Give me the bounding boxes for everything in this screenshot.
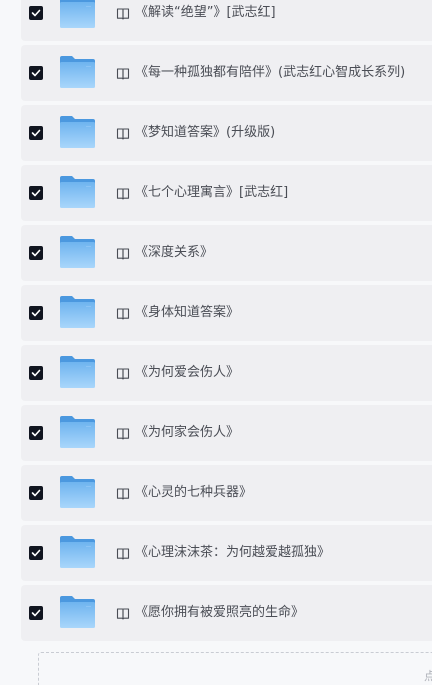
folder-icon bbox=[59, 415, 96, 449]
folder-row[interactable]: 《心理沫沫茶：为何越爱越孤独》 bbox=[21, 525, 432, 581]
folder-title[interactable]: 《七个心理寓言》[武志红] bbox=[135, 183, 288, 203]
folder-row[interactable]: 《身体知道答案》 bbox=[21, 285, 432, 341]
book-icon bbox=[116, 366, 130, 380]
folder-title[interactable]: 《愿你拥有被爱照亮的生命》 bbox=[135, 603, 304, 623]
folder-title[interactable]: 《深度关系》 bbox=[135, 243, 213, 263]
book-icon bbox=[116, 486, 130, 500]
checkbox-checked-icon[interactable] bbox=[29, 66, 43, 80]
folder-title[interactable]: 《梦知道答案》(升级版) bbox=[135, 123, 275, 143]
book-icon bbox=[116, 6, 130, 20]
book-icon bbox=[116, 66, 130, 80]
book-icon bbox=[116, 186, 130, 200]
book-icon bbox=[116, 546, 130, 560]
folder-row[interactable]: 《深度关系》 bbox=[21, 225, 432, 281]
folder-icon bbox=[59, 295, 96, 329]
book-icon bbox=[116, 426, 130, 440]
folder-icon bbox=[59, 55, 96, 89]
folder-icon bbox=[59, 0, 96, 29]
folder-row[interactable]: 《心灵的七种兵器》 bbox=[21, 465, 432, 521]
folder-icon bbox=[59, 175, 96, 209]
book-icon bbox=[116, 126, 130, 140]
folder-icon bbox=[59, 595, 96, 629]
folder-row[interactable]: 《每一种孤独都有陪伴》(武志红心智成长系列) bbox=[21, 45, 432, 101]
checkbox-checked-icon[interactable] bbox=[29, 186, 43, 200]
folder-title[interactable]: 《心灵的七种兵器》 bbox=[135, 483, 252, 503]
checkbox-checked-icon[interactable] bbox=[29, 366, 43, 380]
folder-title[interactable]: 《心理沫沫茶：为何越爱越孤独》 bbox=[135, 543, 330, 563]
checkbox-checked-icon[interactable] bbox=[29, 6, 43, 20]
folder-icon bbox=[59, 235, 96, 269]
book-icon bbox=[116, 306, 130, 320]
folder-icon bbox=[59, 475, 96, 509]
checkbox-checked-icon[interactable] bbox=[29, 606, 43, 620]
checkbox-checked-icon[interactable] bbox=[29, 246, 43, 260]
folder-row[interactable]: 《七个心理寓言》[武志红] bbox=[21, 165, 432, 221]
folder-row[interactable]: 《愿你拥有被爱照亮的生命》 bbox=[21, 585, 432, 641]
folder-list: 《解读“绝望”》[武志红] 《每一种孤独都有陪伴》(武志红心智成长系列) 《梦知… bbox=[21, 0, 432, 645]
folder-title[interactable]: 《每一种孤独都有陪伴》(武志红心智成长系列) bbox=[135, 63, 405, 83]
upload-drop-zone[interactable]: 点 bbox=[38, 652, 432, 685]
folder-title[interactable]: 《解读“绝望”》[武志红] bbox=[135, 3, 276, 23]
folder-icon bbox=[59, 535, 96, 569]
upload-hint-text: 点 bbox=[424, 669, 432, 683]
folder-title[interactable]: 《为何爱会伤人》 bbox=[135, 363, 239, 383]
checkbox-checked-icon[interactable] bbox=[29, 546, 43, 560]
checkbox-checked-icon[interactable] bbox=[29, 486, 43, 500]
folder-row[interactable]: 《为何家会伤人》 bbox=[21, 405, 432, 461]
checkbox-checked-icon[interactable] bbox=[29, 126, 43, 140]
folder-row[interactable]: 《为何爱会伤人》 bbox=[21, 345, 432, 401]
folder-title[interactable]: 《为何家会伤人》 bbox=[135, 423, 239, 443]
folder-icon bbox=[59, 115, 96, 149]
checkbox-checked-icon[interactable] bbox=[29, 426, 43, 440]
checkbox-checked-icon[interactable] bbox=[29, 306, 43, 320]
folder-row[interactable]: 《解读“绝望”》[武志红] bbox=[21, 0, 432, 41]
folder-icon bbox=[59, 355, 96, 389]
file-list-panel: 《解读“绝望”》[武志红] 《每一种孤独都有陪伴》(武志红心智成长系列) 《梦知… bbox=[0, 0, 432, 685]
folder-title[interactable]: 《身体知道答案》 bbox=[135, 303, 239, 323]
book-icon bbox=[116, 606, 130, 620]
book-icon bbox=[116, 246, 130, 260]
folder-row[interactable]: 《梦知道答案》(升级版) bbox=[21, 105, 432, 161]
